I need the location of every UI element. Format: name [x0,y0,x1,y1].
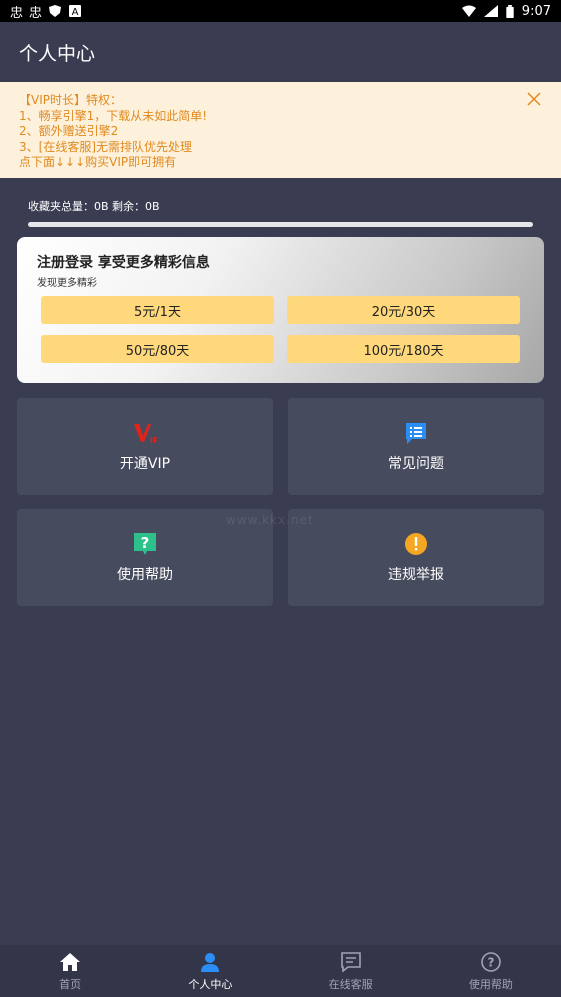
price-option-button[interactable]: 5元/1天 [41,296,274,324]
warning-icon [405,532,427,555]
report-tile[interactable]: 违规举报 [288,509,544,606]
svg-text:?: ? [141,534,150,552]
status-time: 9:07 [521,3,551,19]
nav-label: 在线客服 [328,977,373,991]
wifi-icon [461,5,476,17]
faq-tile[interactable]: 常见问题 [288,398,544,495]
tile-label: 违规举报 [388,566,444,583]
nav-item-profile[interactable]: 个人中心 [140,945,280,997]
open-vip-tile[interactable]: IP 开通VIP [17,398,273,495]
nav-label: 首页 [59,977,82,991]
signal-icon [483,5,498,17]
status-left: 忠 忠 A [10,2,82,21]
notice-line: 3、[在线客服]无需排队优先处理 [19,139,192,154]
vip-notice: 【VIP时长】特权： 1、畅享引擎1，下载从未如此简单! 2、额外赠送引擎2 3… [0,82,561,178]
storage-bar [28,222,533,227]
close-icon[interactable] [527,92,541,106]
question-icon: ? [481,951,501,972]
nav-item-home[interactable]: 首页 [0,945,140,997]
nav-label: 个人中心 [188,977,233,991]
tile-label: 开通VIP [119,455,171,472]
promo-card: 注册登录 享受更多精彩信息 发现更多精彩 5元/1天 20元/30天 50元/8… [17,237,544,383]
bottom-nav: 首页 个人中心 在线客服 ? 使用帮助 [0,945,561,997]
faq-icon [406,422,426,444]
page-title: 个人中心 [19,42,96,65]
a-icon: A [69,5,82,17]
tile-label: 使用帮助 [117,566,173,583]
storage-text: 收藏夹总量：0B 剩余：0B [28,200,160,213]
notice-line: 【VIP时长】特权： [19,93,122,107]
page: 忠 忠 A 9:07 个人中心 【VIP时长】特权： 1、畅享引擎1，下载从未如… [0,0,561,997]
user-icon [201,952,220,972]
watermark: www.kkx.net [226,513,314,527]
notice-line: 2、额外赠送引擎2 [19,124,119,138]
shield-icon [49,5,62,17]
price-option-button[interactable]: 100元/180天 [287,335,520,363]
tile-label: 常见问题 [388,455,444,472]
svg-text:A: A [72,7,79,17]
nav-item-help[interactable]: ? 使用帮助 [421,945,561,997]
promo-subtitle: 发现更多精彩 [37,278,97,289]
app-header: 个人中心 [0,22,561,82]
status-right: 9:07 [461,3,551,19]
app-notification-icon: 忠 [29,5,43,21]
storage-section: 收藏夹总量：0B 剩余：0B [28,198,534,227]
notice-line: 1、畅享引擎1，下载从未如此简单! [19,108,208,123]
price-grid: 5元/1天 20元/30天 50元/80天 100元/180天 [41,296,520,363]
app-notification-icon: 忠 [10,5,24,21]
nav-item-online-service[interactable]: 在线客服 [281,945,421,997]
status-bar: 忠 忠 A 9:07 [0,0,561,22]
svg-text:IP: IP [150,436,157,445]
vip-icon: IP [134,423,157,445]
price-option-button[interactable]: 20元/30天 [287,296,520,324]
notice-line: 点下面↓↓↓购买VIP即可拥有 [19,155,177,169]
help-icon: ? [134,532,156,555]
price-option-button[interactable]: 50元/80天 [41,335,274,363]
battery-icon [506,4,514,18]
promo-title: 注册登录 享受更多精彩信息 [37,255,210,271]
svg-text:?: ? [487,955,494,969]
chat-icon [340,951,361,973]
home-icon [60,952,81,971]
nav-label: 使用帮助 [468,977,513,991]
